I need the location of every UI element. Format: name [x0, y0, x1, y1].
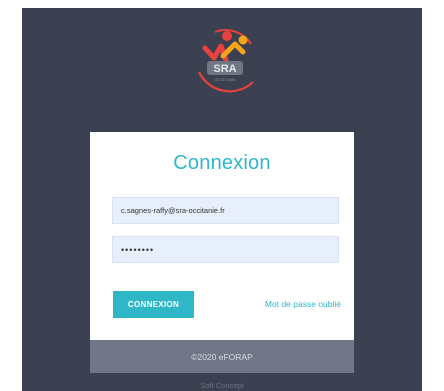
- forgot-password-link[interactable]: Mot de passe oublié: [265, 299, 341, 309]
- login-card: Connexion c.sagnes-raffy@sra-occitanie.f…: [90, 132, 354, 340]
- sra-logo: SRA OCCITANIE: [185, 24, 267, 94]
- login-button[interactable]: CONNEXION: [113, 291, 194, 318]
- card-footer: ©2020 eFORAP: [90, 340, 354, 373]
- password-field[interactable]: ••••••••: [112, 236, 339, 263]
- logo-subtext: OCCITANIE: [214, 77, 236, 82]
- email-field[interactable]: c.sagnes-raffy@sra-occitanie.fr: [112, 197, 339, 224]
- copyright-text: ©2020 eFORAP: [191, 351, 253, 362]
- logo-text: SRA: [213, 63, 236, 75]
- login-title: Connexion: [173, 152, 271, 174]
- login-screen: SRA OCCITANIE Connexion c.sagnes-raffy@s…: [22, 8, 422, 391]
- credit-link[interactable]: Soft Concept: [22, 381, 422, 390]
